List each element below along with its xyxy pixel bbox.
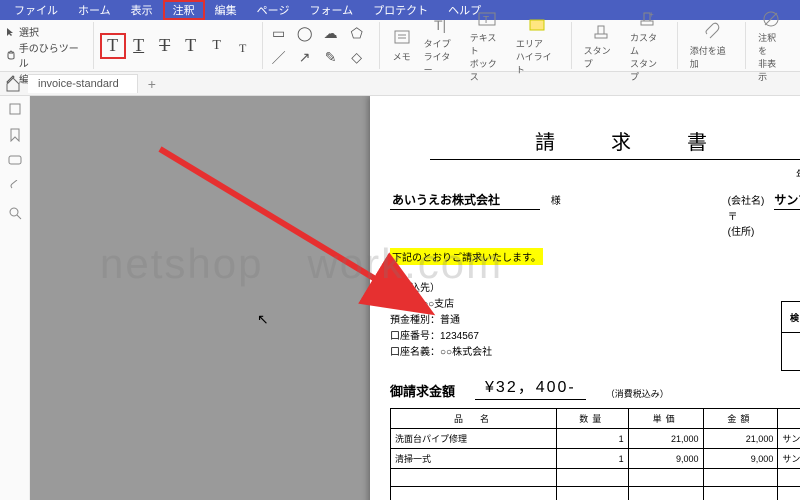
attach-group: 添付を追加 [678,22,746,69]
total-label: 御請求金額 [390,381,455,400]
pencil-tool[interactable]: ✎ [321,48,341,68]
postal-mark: 〒 [728,212,738,223]
bookmarks-icon[interactable] [8,128,22,142]
squiggly-tool[interactable]: T [178,33,204,59]
highlighted-text: 下記のとおりご請求いたします。 [390,248,543,265]
menu-edit[interactable]: 編集 [205,0,247,20]
svg-text:T|: T| [434,17,446,33]
menu-file[interactable]: ファイル [4,0,68,20]
oval-tool[interactable]: ◯ [295,23,315,43]
side-panel [0,96,30,500]
stamp-box: 検 印担当者印 [781,301,800,371]
arrow-tool[interactable]: ↗ [295,48,315,68]
cloud-tool[interactable]: ☁ [321,23,341,43]
table-row [391,487,800,500]
document-canvas[interactable]: 請 求 書 年 月 日 あいうえお株式会社 様 (会社名) サンプル株式会社 〒… [30,96,800,500]
menu-form[interactable]: フォーム [299,0,363,20]
highlight-text-tool[interactable]: T [100,33,126,59]
note-tool[interactable]: メモ [386,26,418,65]
typewriter-tool[interactable]: T|タイプ ライター [418,13,464,78]
company-label: (会社名) [728,196,765,207]
text-insert-group: メモ T|タイプ ライター Tテキスト ボックス エリア ハイライト [380,22,572,69]
underline-tool[interactable]: T [126,33,152,59]
menu-page[interactable]: ページ [247,0,300,20]
area-highlight-tool[interactable]: エリア ハイライト [510,13,565,78]
rect-tool[interactable]: ▭ [269,23,289,43]
custom-stamp-tool[interactable]: +カスタム スタンプ [624,7,671,85]
new-tab-button[interactable]: + [138,76,166,92]
client-suffix: 様 [551,196,561,207]
doc-title: 請 求 書 [430,126,800,160]
addr-label: (住所) [728,227,755,238]
caret-tool[interactable]: T [204,33,230,59]
attachments-icon[interactable] [8,180,22,194]
select-tool[interactable]: 選択 [6,24,87,39]
thumbnails-icon[interactable] [8,102,22,116]
hide-annotations[interactable]: 注釈を 非表示 [752,7,790,85]
total-amount: ¥32，400- [475,373,586,400]
date-row: 年 月 日 [390,166,800,181]
comments-icon[interactable] [8,154,22,168]
menu-home[interactable]: ホーム [68,0,121,20]
menu-view[interactable]: 表示 [121,0,163,20]
tax-note: （消費税込み） [606,387,669,400]
replace-tool[interactable]: T [230,36,256,62]
textbox-tool[interactable]: Tテキスト ボックス [464,7,510,85]
client-name: あいうえお株式会社 [390,193,540,210]
hide-group: 注釈を 非表示 [746,22,796,69]
text-annotate-group: T T T T T T [94,22,263,69]
bank-info: （振込先） ○○銀行○○支店 預金種別：普通 口座番号：1234567 口座名義… [390,281,800,361]
menu-annotate[interactable]: 注釈 [163,0,205,20]
line-tool[interactable]: ／ [269,48,289,68]
document-tab[interactable]: invoice-standard [28,74,138,93]
hand-tool[interactable]: 手のひらツール [6,40,87,70]
eraser-tool[interactable]: ◇ [347,48,367,68]
items-table: 品 名数量単価金額摘要 洗面台パイプ修理121,00021,000サンプル 清掃… [390,408,800,500]
workspace: 請 求 書 年 月 日 あいうえお株式会社 様 (会社名) サンプル株式会社 〒… [0,96,800,500]
stamp-tool[interactable]: スタンプ [578,20,624,72]
table-row [391,469,800,487]
menu-bar: ファイル ホーム 表示 注釈 編集 ページ フォーム プロテクト ヘルプ [0,0,800,20]
ribbon-mode-group: 選択 手のひらツール 編集 [4,22,94,69]
company-name: サンプル株式会社 [774,193,800,210]
table-row: 洗面台パイプ修理121,00021,000サンプル [391,429,800,449]
svg-text:T: T [483,15,489,26]
shape-tools: ▭ ◯ ☁ ⬠ ／ ↗ ✎ ◇ [263,22,380,69]
search-icon[interactable] [8,206,22,220]
strikeout-tool[interactable]: T [152,33,178,59]
tab-bar: invoice-standard + [0,72,800,96]
polygon-tool[interactable]: ⬠ [347,23,367,43]
cursor-icon: ↖ [257,311,269,328]
invoice-document: 請 求 書 年 月 日 あいうえお株式会社 様 (会社名) サンプル株式会社 〒… [370,96,800,500]
attach-tool[interactable]: 添付を追加 [684,20,739,72]
ribbon: 選択 手のひらツール 編集 T T T T T T ▭ ◯ ☁ ⬠ ／ ↗ ✎ … [0,20,800,72]
table-row: 清掃一式19,0009,000サンプル [391,449,800,469]
stamp-group: スタンプ +カスタム スタンプ [572,22,678,69]
svg-text:+: + [649,10,654,19]
home-icon[interactable] [4,75,22,93]
